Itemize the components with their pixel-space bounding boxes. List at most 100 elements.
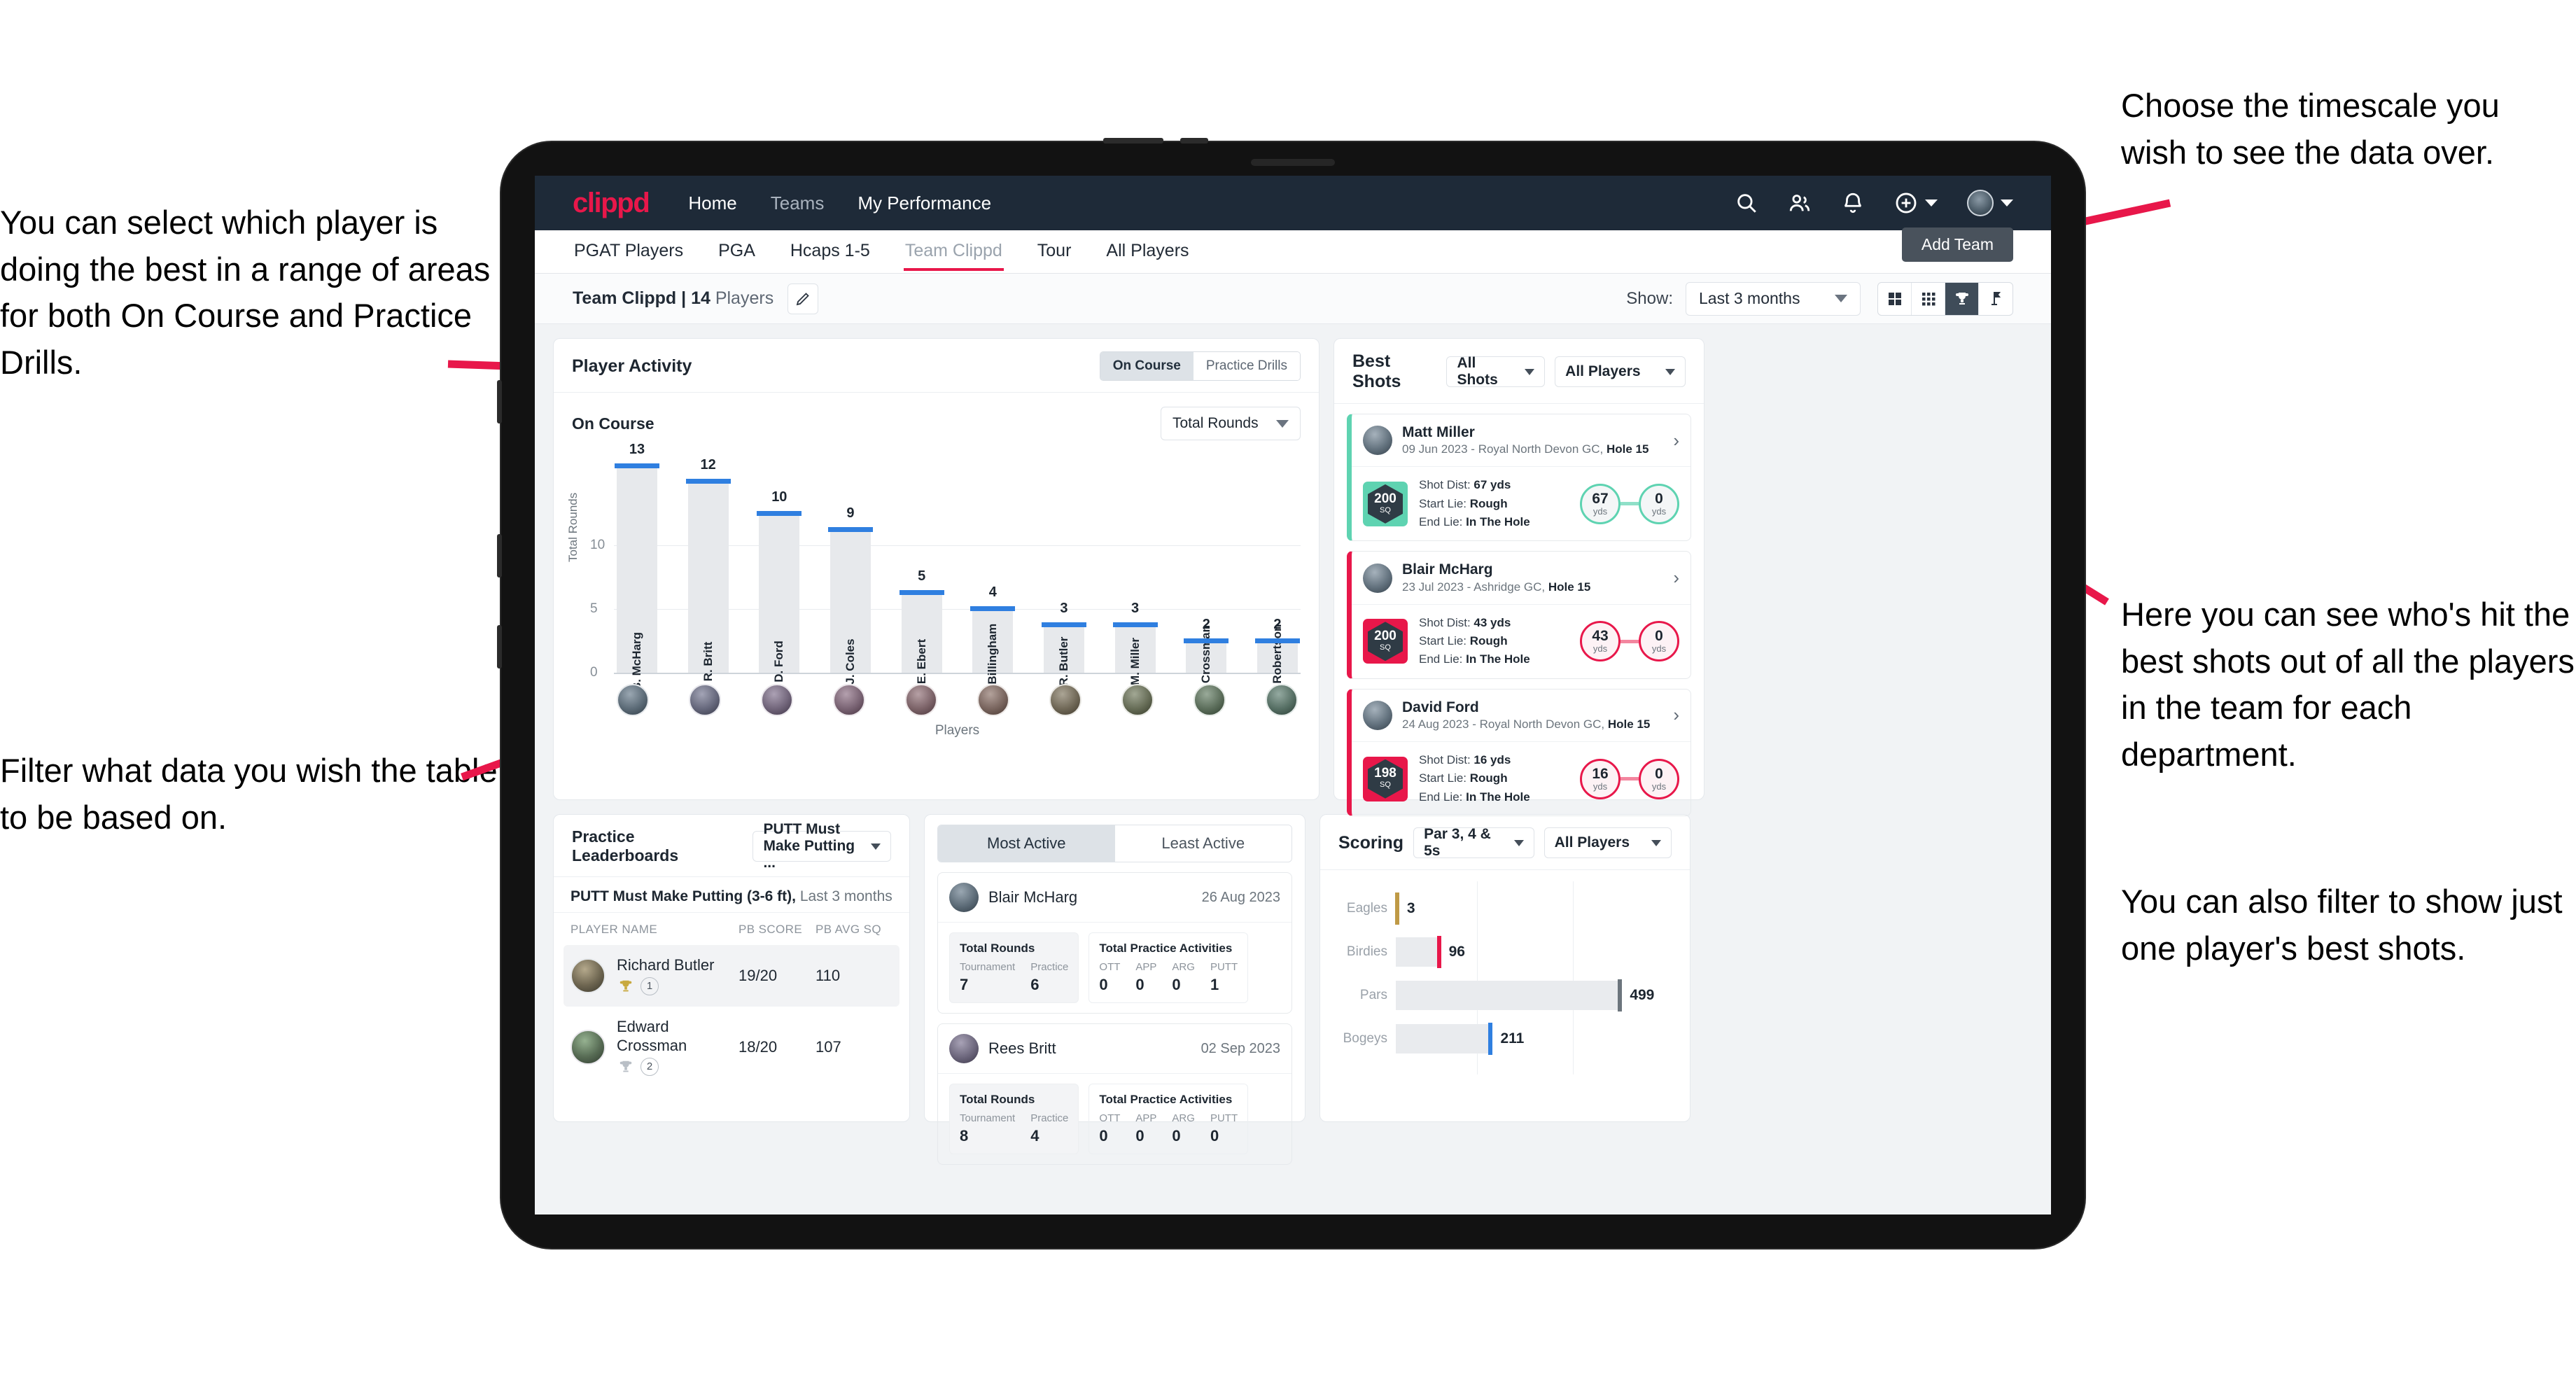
avatar: [949, 883, 979, 912]
player-cell: Richard Butler 1: [617, 956, 714, 996]
activity-date: 26 Aug 2023: [1201, 889, 1280, 905]
practice-table-body: Richard Butler 1 19/20 110 Edward Crossman 2 1…: [564, 945, 899, 1087]
profile-menu[interactable]: [1967, 190, 2013, 216]
player-avatar[interactable]: [1194, 684, 1226, 716]
view-grid-large-button[interactable]: [1878, 282, 1912, 315]
chevron-right-icon[interactable]: ›: [1673, 567, 1679, 589]
scoring-row-label: Eagles: [1346, 901, 1387, 916]
activity-metric-select[interactable]: Total Rounds: [1161, 407, 1301, 440]
app-screen: clippd Home Teams My Performance PGAT Pl…: [535, 176, 2051, 1214]
stat-ott: OTT 0: [1099, 1112, 1121, 1144]
bell-icon[interactable]: [1841, 191, 1865, 215]
scoring-row-label: Bogeys: [1343, 1031, 1387, 1046]
player-avatar[interactable]: [1266, 684, 1298, 716]
practice-drill-select[interactable]: PUTT Must Make Putting ...: [752, 821, 891, 871]
chart-bar-column[interactable]: 4 D. Billingham: [970, 450, 1016, 699]
start-distance-value: 67: [1592, 490, 1609, 507]
clippd-logo[interactable]: clippd: [573, 188, 650, 219]
search-icon[interactable]: [1735, 191, 1758, 215]
scoring-player-filter[interactable]: All Players: [1544, 827, 1672, 858]
chart-bar-column[interactable]: 5 E. Ebert: [899, 450, 944, 684]
view-trophy-button[interactable]: [1945, 282, 1979, 315]
plus-circle-icon[interactable]: [1894, 191, 1918, 215]
avatar[interactable]: [1967, 190, 1994, 216]
tab-most-active[interactable]: Most Active: [938, 825, 1115, 862]
nav-link-my-performance[interactable]: My Performance: [858, 192, 991, 214]
chart-bar-label: R. Britt: [701, 641, 715, 682]
player-avatar[interactable]: [617, 684, 649, 716]
activity-sub-label: On Course: [572, 414, 654, 433]
best-shot-card[interactable]: Blair McHarg 23 Jul 2023 - Ashridge GC, H…: [1347, 551, 1691, 679]
tab-pgat-players[interactable]: PGAT Players: [573, 232, 685, 271]
add-menu[interactable]: [1894, 191, 1938, 215]
player-avatar[interactable]: [905, 684, 937, 716]
best-shots-shot-filter[interactable]: All Shots: [1446, 355, 1546, 388]
activity-card[interactable]: Rees Britt 02 Sep 2023 Total Rounds Tournam…: [937, 1023, 1292, 1165]
tab-pga[interactable]: PGA: [717, 232, 757, 271]
scoring-row[interactable]: Bogeys 211: [1336, 1017, 1674, 1060]
nav-link-teams[interactable]: Teams: [771, 192, 825, 214]
player-avatar[interactable]: [977, 684, 1009, 716]
chart-bar-column[interactable]: 3 R. Butler: [1041, 450, 1086, 686]
people-icon[interactable]: [1788, 191, 1812, 215]
best-shot-card[interactable]: David Ford 24 Aug 2023 - Royal North Devo…: [1347, 688, 1691, 817]
chevron-down-icon: [871, 843, 881, 850]
chart-bar: E. Crossman: [1184, 625, 1229, 698]
activity-card[interactable]: Blair McHarg 26 Aug 2023 Total Rounds Tourn…: [937, 872, 1292, 1014]
tab-all-players[interactable]: All Players: [1105, 232, 1190, 271]
view-mode-toggle-group: [1877, 281, 2013, 316]
start-distance-unit: yds: [1592, 780, 1608, 792]
tab-tour[interactable]: Tour: [1036, 232, 1073, 271]
nav-link-home[interactable]: Home: [688, 192, 736, 214]
best-shot-card[interactable]: Matt Miller 09 Jun 2023 - Royal North Dev…: [1347, 414, 1691, 542]
chart-bar-column[interactable]: 10 D. Ford: [757, 450, 802, 682]
chevron-down-icon: [1525, 368, 1535, 375]
segment-on-course[interactable]: On Course: [1100, 352, 1194, 380]
chart-bar-column[interactable]: 9 J. Coles: [827, 450, 873, 685]
player-avatar[interactable]: [833, 684, 865, 716]
player-avatar[interactable]: [689, 684, 721, 716]
scoring-row[interactable]: Birdies 96: [1336, 930, 1674, 974]
player-avatar[interactable]: [761, 684, 793, 716]
team-name: Team Clippd: [573, 288, 677, 308]
chart-bar-column[interactable]: 13 B. McHarg: [615, 442, 659, 691]
add-team-button[interactable]: Add Team: [1901, 227, 2013, 262]
activity-metric-value: Total Rounds: [1172, 415, 1259, 431]
chart-bar-column[interactable]: 12 R. Britt: [685, 450, 731, 681]
view-grid-small-button[interactable]: [1912, 282, 1945, 315]
activity-mode-toggle: On Course Practice Drills: [1099, 351, 1301, 381]
player-avatar[interactable]: [1121, 684, 1154, 716]
end-lie-row: End Lie: In The Hole: [1419, 652, 1530, 666]
chevron-right-icon[interactable]: ›: [1673, 430, 1679, 451]
end-distance-value: 0: [1655, 628, 1663, 645]
shot-dist-row: Shot Dist: 67 yds: [1419, 478, 1511, 492]
shot-filter-value: All Shots: [1457, 355, 1498, 388]
tab-hcaps-1-5[interactable]: Hcaps 1-5: [789, 232, 872, 271]
chart-bar-column[interactable]: 2 E. Crossman: [1184, 450, 1229, 698]
table-row[interactable]: Richard Butler 1 19/20 110: [564, 945, 899, 1007]
chart-bar-column[interactable]: 3 M. Miller: [1112, 450, 1158, 685]
stat-tournament: Tournament 7: [960, 961, 1016, 993]
player-name: Edward Crossman: [617, 1018, 687, 1054]
best-shots-player-filter[interactable]: All Players: [1555, 356, 1686, 387]
segment-practice-drills[interactable]: Practice Drills: [1193, 352, 1300, 380]
scoring-row[interactable]: Eagles 3: [1336, 887, 1674, 930]
end-distance-value: 0: [1655, 490, 1663, 507]
best-shot-body: 200 SQ Shot Dist: 67 yds Start Lie: Rough En…: [1352, 467, 1690, 540]
scoring-par-filter[interactable]: Par 3, 4 & 5s: [1413, 826, 1534, 859]
chevron-right-icon[interactable]: ›: [1673, 704, 1679, 726]
tab-team-clippd[interactable]: Team Clippd: [903, 232, 1004, 271]
chart-bar-column[interactable]: 2 C. Robertson: [1254, 450, 1300, 699]
player-avatar[interactable]: [1049, 684, 1082, 716]
best-shot-identity: Matt Miller 09 Jun 2023 - Royal North Dev…: [1402, 424, 1648, 457]
activity-player-name: Rees Britt: [988, 1040, 1056, 1057]
timescale-select[interactable]: Last 3 months: [1686, 281, 1861, 316]
pencil-icon: [796, 292, 809, 305]
tab-least-active[interactable]: Least Active: [1114, 825, 1292, 862]
table-row[interactable]: Edward Crossman 2 18/20 107: [564, 1007, 899, 1087]
edit-team-button[interactable]: [788, 283, 819, 314]
view-flag-button[interactable]: [1979, 283, 2012, 315]
scoring-row[interactable]: Pars 499: [1336, 974, 1674, 1017]
tablet-button-top-2: [1180, 138, 1208, 144]
scoring-row-track: 96: [1396, 930, 1674, 974]
